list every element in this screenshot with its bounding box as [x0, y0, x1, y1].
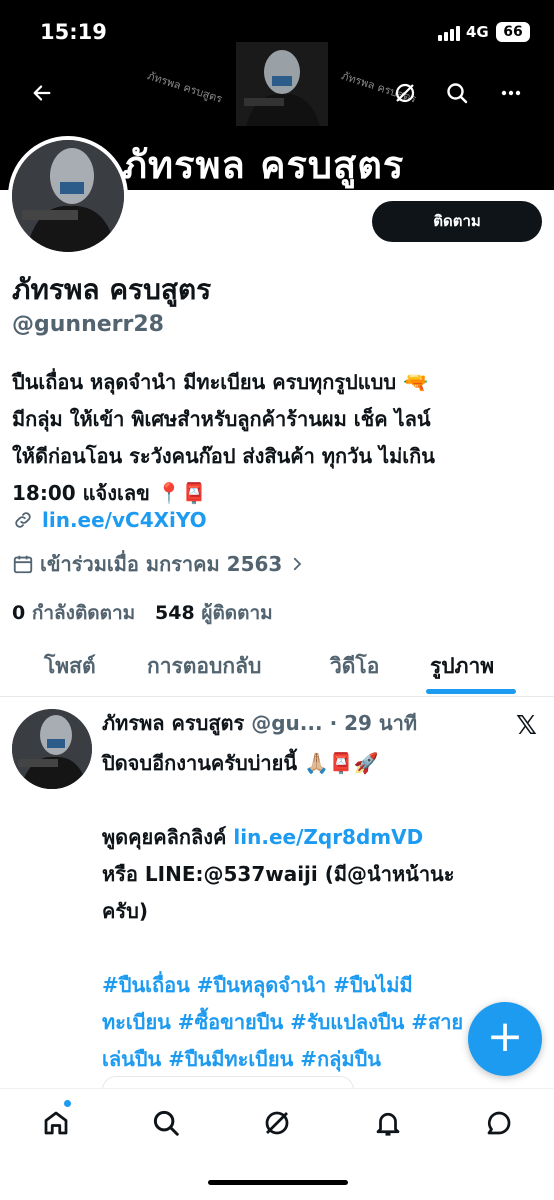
calendar-icon: [13, 555, 33, 574]
tab-photos[interactable]: รูปภาพ: [430, 650, 494, 683]
bio-line: ให้ดีก่อนโอน ระวังคนก๊อป ส่งสินค้า ทุกวั…: [12, 444, 435, 468]
home-indicator: [208, 1180, 348, 1185]
post-link[interactable]: lin.ee/Zqr8dmVD: [233, 825, 423, 849]
profile-avatar[interactable]: [8, 136, 128, 256]
chevron-right-icon: [294, 557, 302, 571]
bio-line: 18:00 แจ้งเลข 📍📮: [12, 481, 207, 505]
link-icon: [15, 512, 31, 528]
grok-button[interactable]: [385, 73, 425, 113]
banner-watermark-left: ภัทรพล ครบสูตร: [145, 69, 224, 106]
post-author-handle[interactable]: @gu...: [251, 711, 322, 735]
post-line: หรือ LINE:@537waiji (มี@นำหน้านะ: [102, 862, 455, 886]
post-avatar-photo: [12, 709, 92, 789]
search-icon: [447, 83, 468, 104]
profile-tabs: โพสต์ การตอบกลับ วิดีโอ รูปภาพ: [0, 640, 554, 697]
battery-icon: 66: [496, 22, 530, 42]
back-arrow-icon: [33, 85, 51, 101]
post-avatar[interactable]: [12, 709, 92, 789]
search-button[interactable]: [437, 73, 477, 113]
messages-icon: [487, 1111, 511, 1135]
nav-search[interactable]: [146, 1103, 186, 1143]
followers-count: 548: [155, 602, 195, 624]
nav-grok[interactable]: [257, 1103, 297, 1143]
profile-link[interactable]: lin.ee/vC4XiYO: [12, 508, 207, 532]
home-icon: [44, 1111, 68, 1135]
following-link[interactable]: 0 กำลังติดตาม: [12, 602, 135, 624]
joined-text: เข้าร่วมเมื่อ มกราคม 2563: [40, 552, 283, 576]
x-logo-icon: 𝕏: [516, 711, 537, 741]
post-time: 29 นาที: [344, 711, 418, 735]
banner-title: ภัทรพล ครบสูตร: [122, 143, 405, 187]
tab-replies[interactable]: การตอบกลับ: [147, 650, 261, 683]
follow-counts: 0 กำลังติดตาม 548 ผู้ติดตาม: [12, 598, 273, 628]
status-bar: 15:19 4G 66: [0, 0, 554, 64]
profile-bio: ปืนเถื่อน หลุดจำนำ มีทะเบียน ครบทุกรูปแบ…: [12, 364, 542, 512]
active-tab-indicator: [426, 689, 516, 694]
post-line: ปิดจบอีกงานครับบ่ายนี้ 🙏🏼📮🚀: [102, 751, 379, 775]
bio-line: ปืนเถื่อน หลุดจำนำ มีทะเบียน ครบทุกรูปแบ…: [12, 370, 428, 394]
compose-button[interactable]: +: [468, 1002, 542, 1076]
more-button[interactable]: [491, 73, 531, 113]
post-line: [102, 930, 542, 967]
notifications-icon: [376, 1112, 400, 1136]
post-header: ภัทรพล ครบสูตร @gu... · 29 นาที: [102, 707, 417, 739]
home-unread-dot: [64, 1100, 71, 1107]
nav-notifications[interactable]: [368, 1103, 408, 1143]
nav-messages[interactable]: [479, 1103, 519, 1143]
post-line: พูดคุยคลิกลิงค์ lin.ee/Zqr8dmVD: [102, 819, 542, 856]
following-count: 0: [12, 602, 26, 624]
post-hashtags[interactable]: #ปืนเถื่อน #ปืนหลุดจำนำ #ปืนไม่มี: [102, 967, 542, 1004]
signal-icon: [438, 26, 460, 41]
profile-name: ภัทรพล ครบสูตร: [12, 273, 212, 306]
joined-date[interactable]: เข้าร่วมเมื่อ มกราคม 2563: [12, 548, 306, 580]
profile-handle: @gunnerr28: [12, 312, 164, 337]
follow-button[interactable]: ติดตาม: [372, 201, 542, 242]
network-type: 4G: [466, 23, 489, 41]
status-time: 15:19: [40, 20, 107, 44]
tab-posts[interactable]: โพสต์: [44, 650, 96, 683]
post-separator: ·: [329, 711, 338, 735]
nav-home[interactable]: [36, 1103, 76, 1143]
grok-icon: [265, 1111, 289, 1135]
post-line: ครับ): [102, 899, 148, 923]
profile-link-text[interactable]: lin.ee/vC4XiYO: [42, 508, 207, 532]
grok-icon: [395, 83, 415, 103]
followers-label: ผู้ติดตาม: [201, 602, 273, 624]
post-line: [102, 782, 542, 819]
post-line-text: พูดคุยคลิกลิงค์: [102, 825, 227, 849]
post-author-name[interactable]: ภัทรพล ครบสูตร: [102, 711, 244, 735]
followers-link[interactable]: 548 ผู้ติดตาม: [155, 602, 273, 624]
avatar-photo: [12, 140, 124, 252]
bio-line: มีกลุ่ม ให้เข้า พิเศษสำหรับลูกค้าร้านผม …: [12, 407, 431, 431]
more-icon: [501, 90, 521, 96]
back-button[interactable]: [22, 73, 62, 113]
search-icon: [153, 1110, 179, 1136]
tab-videos[interactable]: วิดีโอ: [330, 650, 379, 683]
following-label: กำลังติดตาม: [31, 602, 136, 624]
